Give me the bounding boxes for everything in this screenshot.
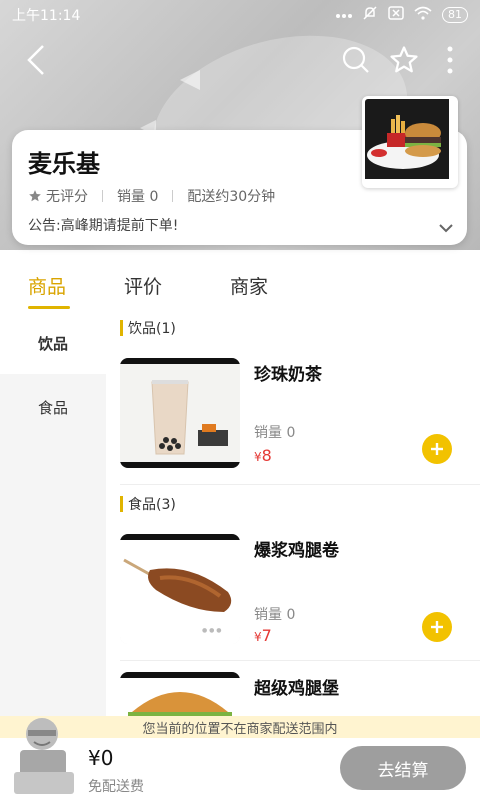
- sim-icon: [388, 6, 404, 24]
- plus-icon: [431, 621, 443, 633]
- svg-text:● ● ●: ● ● ●: [202, 627, 222, 634]
- product-image: ● ● ●: [120, 534, 240, 644]
- tab-merchant[interactable]: 商家: [230, 272, 268, 299]
- search-button[interactable]: [334, 38, 378, 82]
- favorite-button[interactable]: [382, 38, 426, 82]
- category-item-drinks[interactable]: 饮品: [0, 312, 106, 374]
- store-name: 麦乐基: [28, 150, 100, 178]
- add-to-cart-button[interactable]: [422, 612, 452, 642]
- divider: [172, 190, 174, 202]
- category-sidebar: 饮品 食品: [0, 312, 106, 732]
- battery-indicator: 81: [442, 7, 468, 23]
- product-item[interactable]: 珍珠奶茶 销量 0 ¥8: [106, 350, 480, 490]
- currency-symbol: ¥: [254, 450, 262, 464]
- product-name: 超级鸡腿堡: [254, 679, 339, 699]
- star-icon: [390, 46, 418, 73]
- mute-icon: [362, 5, 378, 25]
- delivery-time: 配送约30分钟: [187, 189, 276, 205]
- active-tab-indicator: [28, 306, 70, 309]
- delivery-fee-label: 免配送费: [88, 779, 144, 795]
- chevron-down-icon: [439, 224, 453, 233]
- store-notice: 公告:高峰期请提前下单!: [28, 218, 179, 234]
- cart-bar: ¥0 免配送费 去结算: [0, 718, 480, 800]
- back-button[interactable]: [14, 38, 58, 82]
- section-title: 饮品(1): [128, 321, 176, 337]
- product-price: ¥7: [254, 626, 272, 645]
- divider: [120, 660, 480, 661]
- tab-bar: 商品 评价 商家: [0, 262, 480, 312]
- rating-star-icon: [29, 190, 41, 202]
- divider: [102, 190, 103, 202]
- store-sales: 销量 0: [117, 189, 159, 205]
- product-price: ¥8: [254, 446, 272, 465]
- product-sales: 销量 0: [254, 425, 296, 441]
- store-logo: [362, 96, 458, 188]
- more-button[interactable]: [428, 38, 472, 82]
- store-rating: 无评分: [46, 189, 88, 205]
- currency-symbol: ¥: [254, 630, 262, 644]
- divider: [120, 484, 480, 485]
- expand-notice-button[interactable]: [439, 218, 453, 237]
- cart-mascot-icon[interactable]: [12, 716, 78, 796]
- tab-products[interactable]: 商品: [28, 272, 66, 299]
- more-dots-icon: [336, 7, 352, 23]
- more-vertical-icon: [447, 46, 453, 74]
- section-marker: [120, 496, 123, 512]
- back-arrow-icon: [27, 45, 44, 75]
- section-title: 食品(3): [128, 497, 176, 513]
- store-meta: 无评分 销量 0 配送约30分钟: [28, 186, 275, 206]
- product-item[interactable]: ● ● ● 爆浆鸡腿卷 销量 0 ¥7: [106, 526, 480, 666]
- store-logo-image: [365, 99, 449, 179]
- section-marker: [120, 320, 123, 336]
- top-navigation: [0, 38, 480, 86]
- product-list: 饮品(1) 珍珠奶茶 销量 0 ¥8 食品(3) ● ● ● 爆浆鸡腿卷 销量 …: [106, 312, 480, 732]
- price-value: 7: [261, 626, 272, 645]
- wifi-icon: [414, 6, 432, 24]
- section-header: 饮品(1): [120, 316, 176, 340]
- product-name: 爆浆鸡腿卷: [254, 541, 339, 561]
- cart-total: ¥0: [88, 746, 114, 770]
- tab-reviews[interactable]: 评价: [124, 272, 162, 299]
- section-header: 食品(3): [120, 492, 176, 516]
- checkout-button[interactable]: 去结算: [340, 746, 466, 790]
- plus-icon: [431, 443, 443, 455]
- category-item-food[interactable]: 食品: [0, 376, 106, 438]
- product-sales: 销量 0: [254, 607, 296, 623]
- add-to-cart-button[interactable]: [422, 434, 452, 464]
- product-name: 珍珠奶茶: [254, 365, 322, 385]
- price-value: 8: [261, 446, 272, 465]
- product-image: [120, 358, 240, 468]
- search-icon: [342, 46, 369, 73]
- status-time: 上午11:14: [12, 8, 81, 24]
- status-bar: 上午11:14 81: [0, 0, 480, 30]
